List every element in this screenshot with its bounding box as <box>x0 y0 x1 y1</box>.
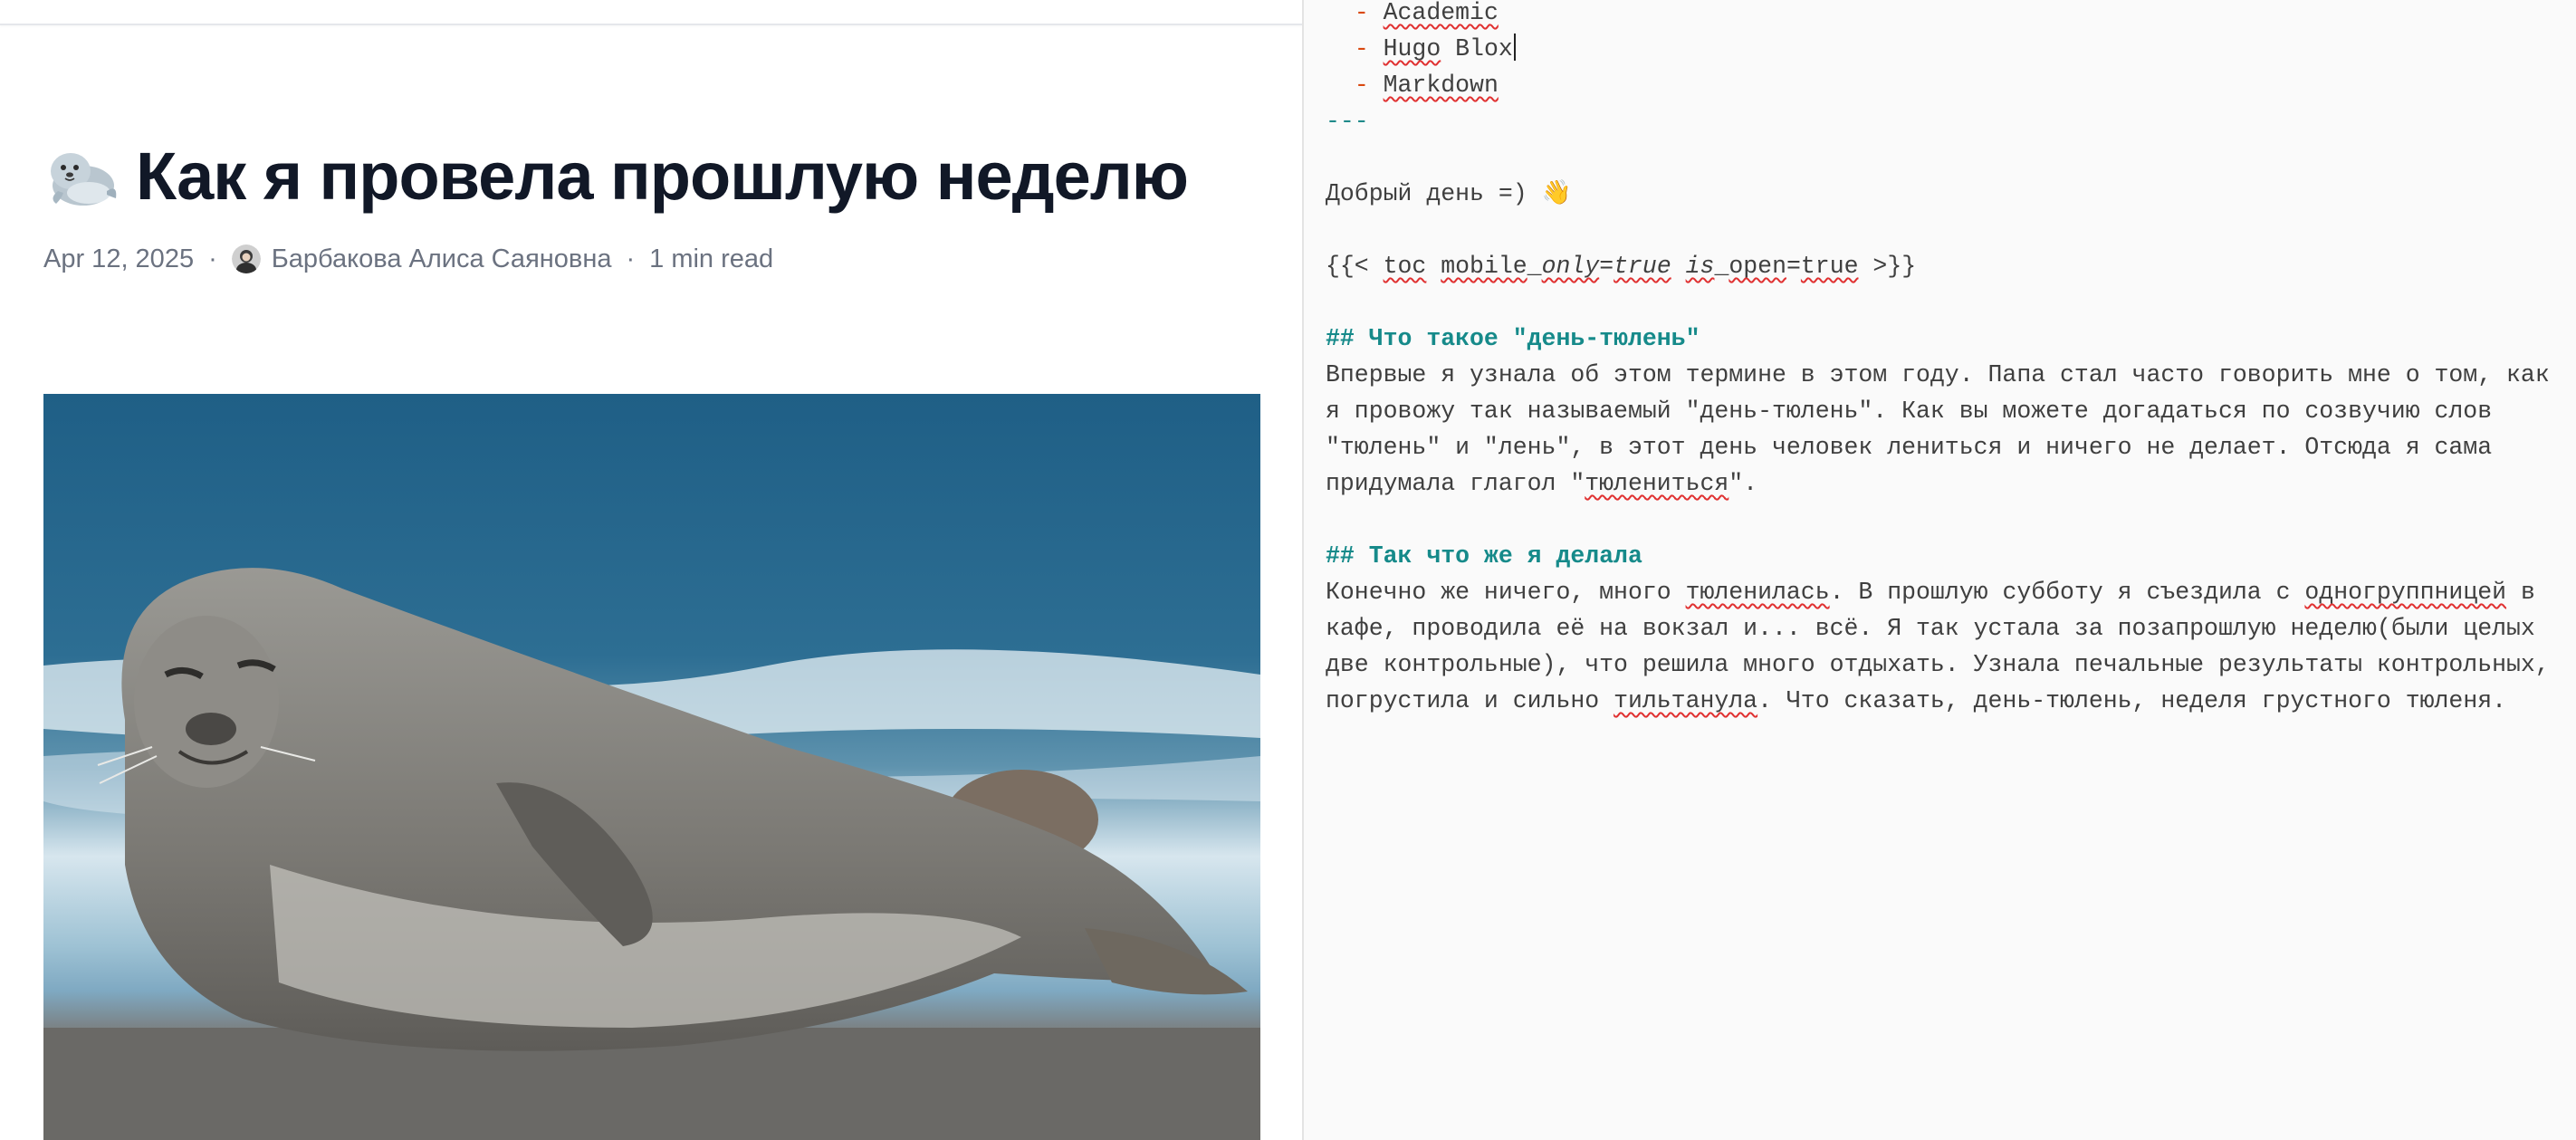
seal-emoji-icon <box>43 139 120 215</box>
section-heading-2[interactable]: ## Так что же я делала <box>1326 538 2566 574</box>
tag-item: Blox <box>1455 35 1513 62</box>
editor-line[interactable]: - Markdown <box>1326 67 2566 103</box>
post-title-text: Как я провела прошлую неделю <box>136 139 1189 214</box>
paragraph-line[interactable]: погрустила и сильно тильтанула. Что сказ… <box>1326 683 2566 719</box>
tag-item: Hugo <box>1383 35 1441 62</box>
editor-line[interactable]: - Academic <box>1326 0 2566 31</box>
paragraph-line[interactable]: Конечно же ничего, много тюленилась. В п… <box>1326 574 2566 610</box>
paragraph-line[interactable]: кафе, проводила её на вокзал и... всё. Я… <box>1326 610 2566 647</box>
post-read-time: 1 min read <box>649 244 774 273</box>
meta-separator: · <box>208 244 217 273</box>
paragraph-line[interactable]: придумала глагол "тюлениться". <box>1326 465 2566 502</box>
tag-item: Markdown <box>1383 72 1499 99</box>
frontmatter-end[interactable]: --- <box>1326 103 2566 139</box>
post-meta: Apr 12, 2025 · Барбакова Алиса Саяновна … <box>43 241 773 277</box>
shortcode-line[interactable]: {{< toc mobile_only=true is_open=true >}… <box>1326 248 2566 284</box>
author-avatar[interactable] <box>231 244 261 273</box>
paragraph-line[interactable]: я провожу так называемый "день-тюлень". … <box>1326 393 2566 429</box>
editor-blank-line[interactable] <box>1326 212 2566 248</box>
text-cursor <box>1513 34 1516 61</box>
featured-image <box>43 394 1260 1140</box>
markdown-editor[interactable]: - Academic - Hugo Blox - Markdown --- До… <box>1304 0 2576 1140</box>
section-heading-1[interactable]: ## Что такое "день-тюлень" <box>1326 321 2566 357</box>
preview-top-bar <box>0 0 1302 25</box>
post-title: Как я провела прошлую неделю <box>43 136 1293 217</box>
paragraph-line[interactable]: Впервые я узнала об этом термине в этом … <box>1326 357 2566 393</box>
editor-text-area[interactable]: - Academic - Hugo Blox - Markdown --- До… <box>1326 0 2566 719</box>
editor-blank-line[interactable] <box>1326 139 2566 176</box>
editor-blank-line[interactable] <box>1326 284 2566 321</box>
paragraph-line[interactable]: "тюлень" и "лень", в этот день человек л… <box>1326 429 2566 465</box>
tag-item: Academic <box>1383 0 1499 26</box>
preview-pane: Как я провела прошлую неделю Apr 12, 202… <box>0 0 1302 1140</box>
meta-separator: · <box>626 244 636 273</box>
post-date: Apr 12, 2025 <box>43 244 195 273</box>
editor-blank-line[interactable] <box>1326 502 2566 538</box>
paragraph-line[interactable]: две контрольные), что решила много отдых… <box>1326 647 2566 683</box>
post-author[interactable]: Барбакова Алиса Саяновна <box>272 244 612 274</box>
greeting-line[interactable]: Добрый день =) 👋 <box>1326 176 2566 212</box>
editor-line[interactable]: - Hugo Blox <box>1326 31 2566 67</box>
